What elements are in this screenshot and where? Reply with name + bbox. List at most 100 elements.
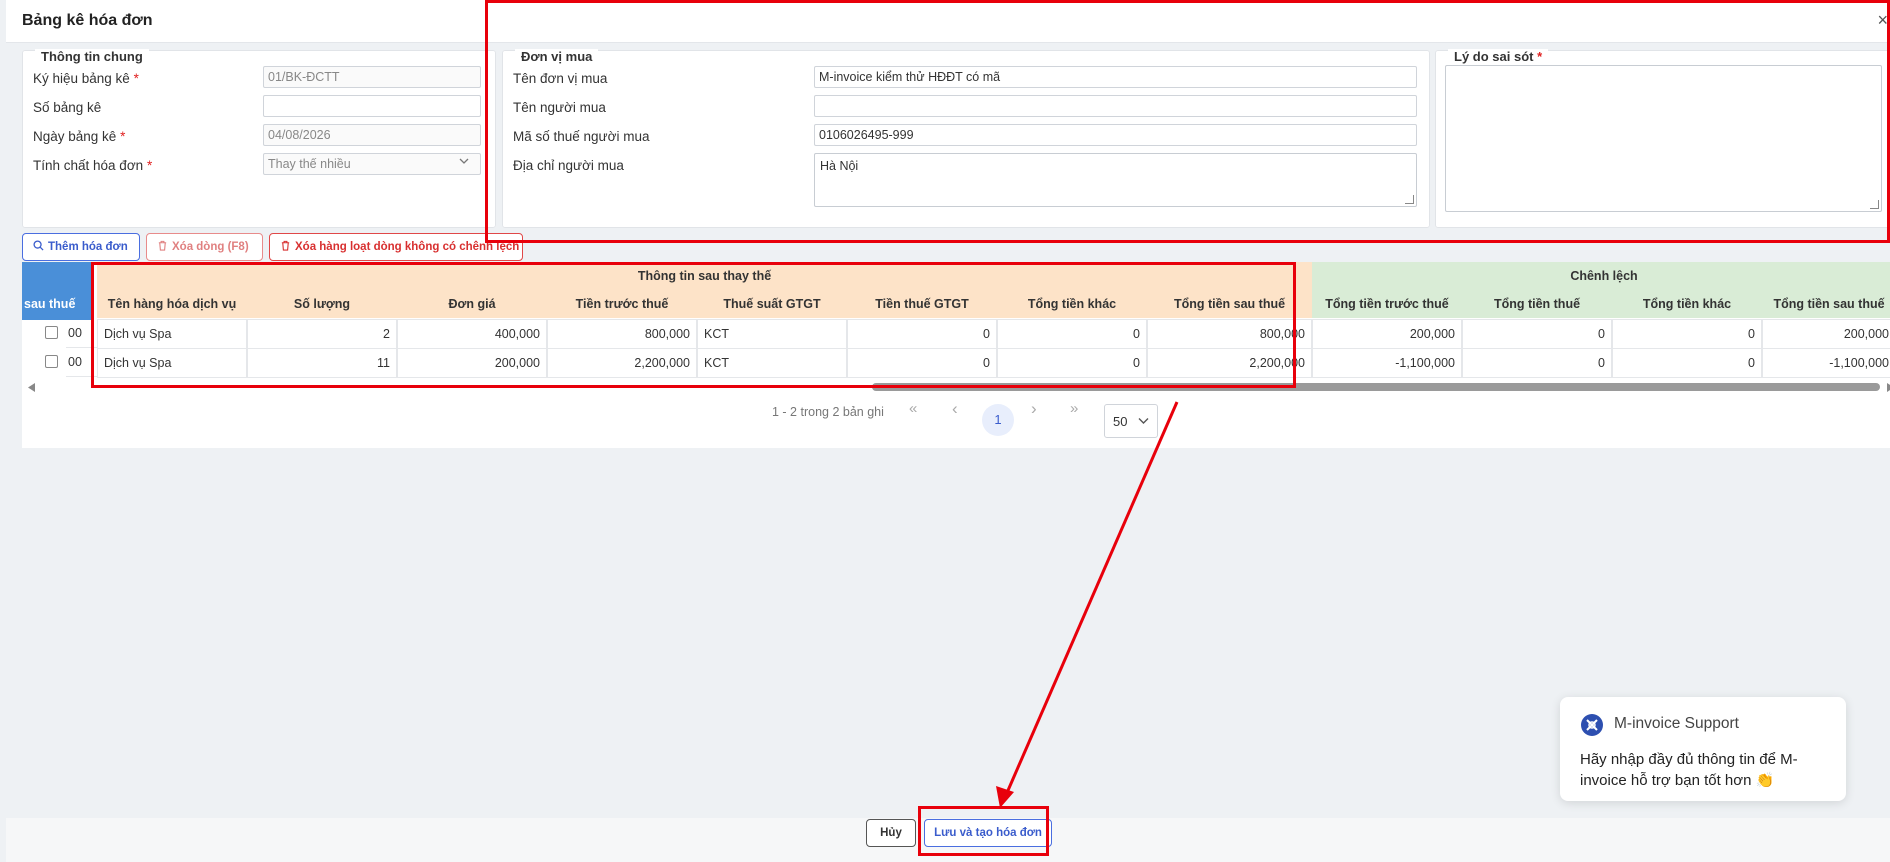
scroll-left-icon[interactable]: [28, 383, 36, 392]
col-header: Tên hàng hóa dịch vụ: [97, 290, 247, 318]
cell-other[interactable]: 0: [997, 348, 1147, 378]
group-header-difference: Chênh lệch: [1312, 262, 1890, 290]
error-reason-textarea[interactable]: [1445, 65, 1882, 212]
modal-header: Bảng kê hóa đơn ×: [6, 0, 1890, 43]
cell-diff-after-tax: 200,000: [1762, 319, 1890, 349]
number-label: Số bảng kê: [33, 100, 102, 115]
address-value: Hà Nội: [820, 159, 859, 173]
tax-code-label: Mã số thuế người mua: [513, 129, 650, 144]
col-header: Tổng tiền sau thuế: [1147, 290, 1312, 318]
partial-cell: 00: [66, 348, 97, 377]
cell-pre-tax[interactable]: 800,000: [547, 319, 697, 349]
buyer-name-input[interactable]: [814, 95, 1417, 117]
nature-select[interactable]: Thay thế nhiều: [263, 153, 481, 175]
cell-item-name[interactable]: Dịch vụ Spa: [97, 319, 247, 349]
date-input[interactable]: 04/08/2026: [263, 124, 481, 146]
add-invoice-label: Thêm hóa đơn: [48, 241, 128, 253]
col-header: Tiền thuế GTGT: [847, 290, 997, 318]
col-header: Thuế suất GTGT: [697, 290, 847, 318]
cell-vat-rate[interactable]: KCT: [697, 348, 847, 378]
resize-handle-icon[interactable]: [1870, 200, 1879, 209]
scroll-right-icon[interactable]: [1886, 383, 1890, 392]
cell-vat-amount[interactable]: 0: [847, 348, 997, 378]
col-header: Số lượng: [247, 290, 397, 318]
cell-other[interactable]: 0: [997, 319, 1147, 349]
buyer-legend: Đơn vị mua: [515, 49, 599, 64]
cell-item-name[interactable]: Dịch vụ Spa: [97, 348, 247, 378]
cancel-button[interactable]: Hủy: [866, 819, 916, 847]
col-header: Tổng tiền sau thuế: [1762, 290, 1890, 318]
col-header: Tổng tiền trước thuế: [1312, 290, 1462, 318]
error-reason-legend: Lý do sai sót *: [1448, 49, 1549, 64]
symbol-input[interactable]: 01/BK-ĐCTT: [263, 66, 481, 88]
resize-handle-icon[interactable]: [1405, 195, 1414, 204]
group-header-replacement: Thông tin sau thay thế: [97, 262, 1312, 290]
cell-diff-other: 0: [1612, 348, 1762, 378]
cell-after-tax[interactable]: 800,000: [1147, 319, 1312, 349]
general-info-legend: Thông tin chung: [35, 49, 149, 64]
row-checkbox[interactable]: [45, 326, 58, 339]
delete-row-button[interactable]: Xóa dòng (F8): [146, 233, 263, 261]
col-header: Tổng tiền khác: [1612, 290, 1762, 318]
error-reason-panel: Lý do sai sót *: [1435, 49, 1890, 228]
modal-title: Bảng kê hóa đơn: [22, 12, 153, 29]
cell-diff-pre-tax: 200,000: [1312, 319, 1462, 349]
chevron-down-icon: [458, 155, 470, 170]
nature-label: Tính chất hóa đơn *: [33, 158, 153, 173]
support-toast[interactable]: M-invoice Support Hãy nhập đầy đủ thông …: [1560, 697, 1846, 801]
cell-vat-amount[interactable]: 0: [847, 319, 997, 349]
scrollbar-thumb[interactable]: [872, 383, 1880, 391]
search-icon: [33, 240, 44, 251]
cell-diff-pre-tax: -1,100,000: [1312, 348, 1462, 378]
symbol-label: Ký hiệu bảng kê *: [33, 71, 139, 86]
trash-icon: [281, 240, 290, 251]
m-invoice-logo-icon: [1581, 714, 1603, 736]
delete-all-label: Xóa hàng loạt dòng không có chênh lệch: [295, 241, 520, 253]
tax-code-input[interactable]: 0106026495-999: [814, 124, 1417, 146]
col-header: Tiền trước thuế: [547, 290, 697, 318]
cell-unit-price[interactable]: 400,000: [397, 319, 547, 349]
delete-row-label: Xóa dòng (F8): [172, 241, 249, 253]
row-checkbox[interactable]: [45, 355, 58, 368]
first-page-button[interactable]: «: [909, 400, 917, 417]
col-header: Đơn giá: [397, 290, 547, 318]
unit-name-label: Tên đơn vị mua: [513, 71, 608, 86]
unit-name-input[interactable]: M-invoice kiểm thử HĐĐT có mã: [814, 66, 1417, 88]
delete-all-no-diff-button[interactable]: Xóa hàng loạt dòng không có chênh lệch: [269, 233, 523, 261]
page-button-current[interactable]: 1: [982, 404, 1014, 436]
chevron-down-icon: [1138, 418, 1149, 424]
cell-unit-price[interactable]: 200,000: [397, 348, 547, 378]
buyer-name-label: Tên người mua: [513, 100, 606, 115]
cell-quantity[interactable]: 11: [247, 348, 397, 378]
cell-quantity[interactable]: 2: [247, 319, 397, 349]
add-invoice-button[interactable]: Thêm hóa đơn: [22, 233, 140, 261]
close-icon[interactable]: ×: [1877, 10, 1888, 31]
pagination-summary: 1 - 2 trong 2 bản ghi: [772, 405, 884, 419]
cell-diff-after-tax: -1,100,000: [1762, 348, 1890, 378]
page-size-value: 50: [1113, 414, 1128, 429]
support-title: M-invoice Support: [1614, 715, 1739, 732]
page-size-select[interactable]: 50: [1104, 404, 1158, 438]
save-create-invoice-button[interactable]: Lưu và tạo hóa đơn: [924, 819, 1052, 847]
cell-pre-tax[interactable]: 2,200,000: [547, 348, 697, 378]
prev-page-button[interactable]: ‹: [952, 399, 958, 419]
cell-vat-rate[interactable]: KCT: [697, 319, 847, 349]
last-page-button[interactable]: »: [1070, 400, 1078, 417]
cell-diff-tax: 0: [1462, 348, 1612, 378]
trash-icon: [158, 240, 167, 251]
date-label: Ngày bảng kê *: [33, 129, 126, 144]
support-message: Hãy nhập đầy đủ thông tin để M-invoice h…: [1580, 751, 1798, 789]
col-header: Tổng tiền thuế: [1462, 290, 1612, 318]
nature-select-value: Thay thế nhiều: [268, 157, 351, 171]
number-input[interactable]: [263, 95, 481, 117]
partial-cell: 00: [66, 319, 97, 348]
horizontal-scrollbar[interactable]: [22, 380, 1890, 394]
buyer-panel: Đơn vị mua Tên đơn vị mua M-invoice kiểm…: [502, 49, 1430, 228]
cell-diff-tax: 0: [1462, 319, 1612, 349]
invoice-grid: sau thuế Thông tin sau thay thế Chênh lệ…: [22, 262, 1890, 448]
cell-diff-other: 0: [1612, 319, 1762, 349]
cell-after-tax[interactable]: 2,200,000: [1147, 348, 1312, 378]
col-header: Tổng tiền khác: [997, 290, 1147, 318]
next-page-button[interactable]: ›: [1031, 399, 1037, 419]
address-textarea[interactable]: Hà Nội: [814, 153, 1417, 207]
